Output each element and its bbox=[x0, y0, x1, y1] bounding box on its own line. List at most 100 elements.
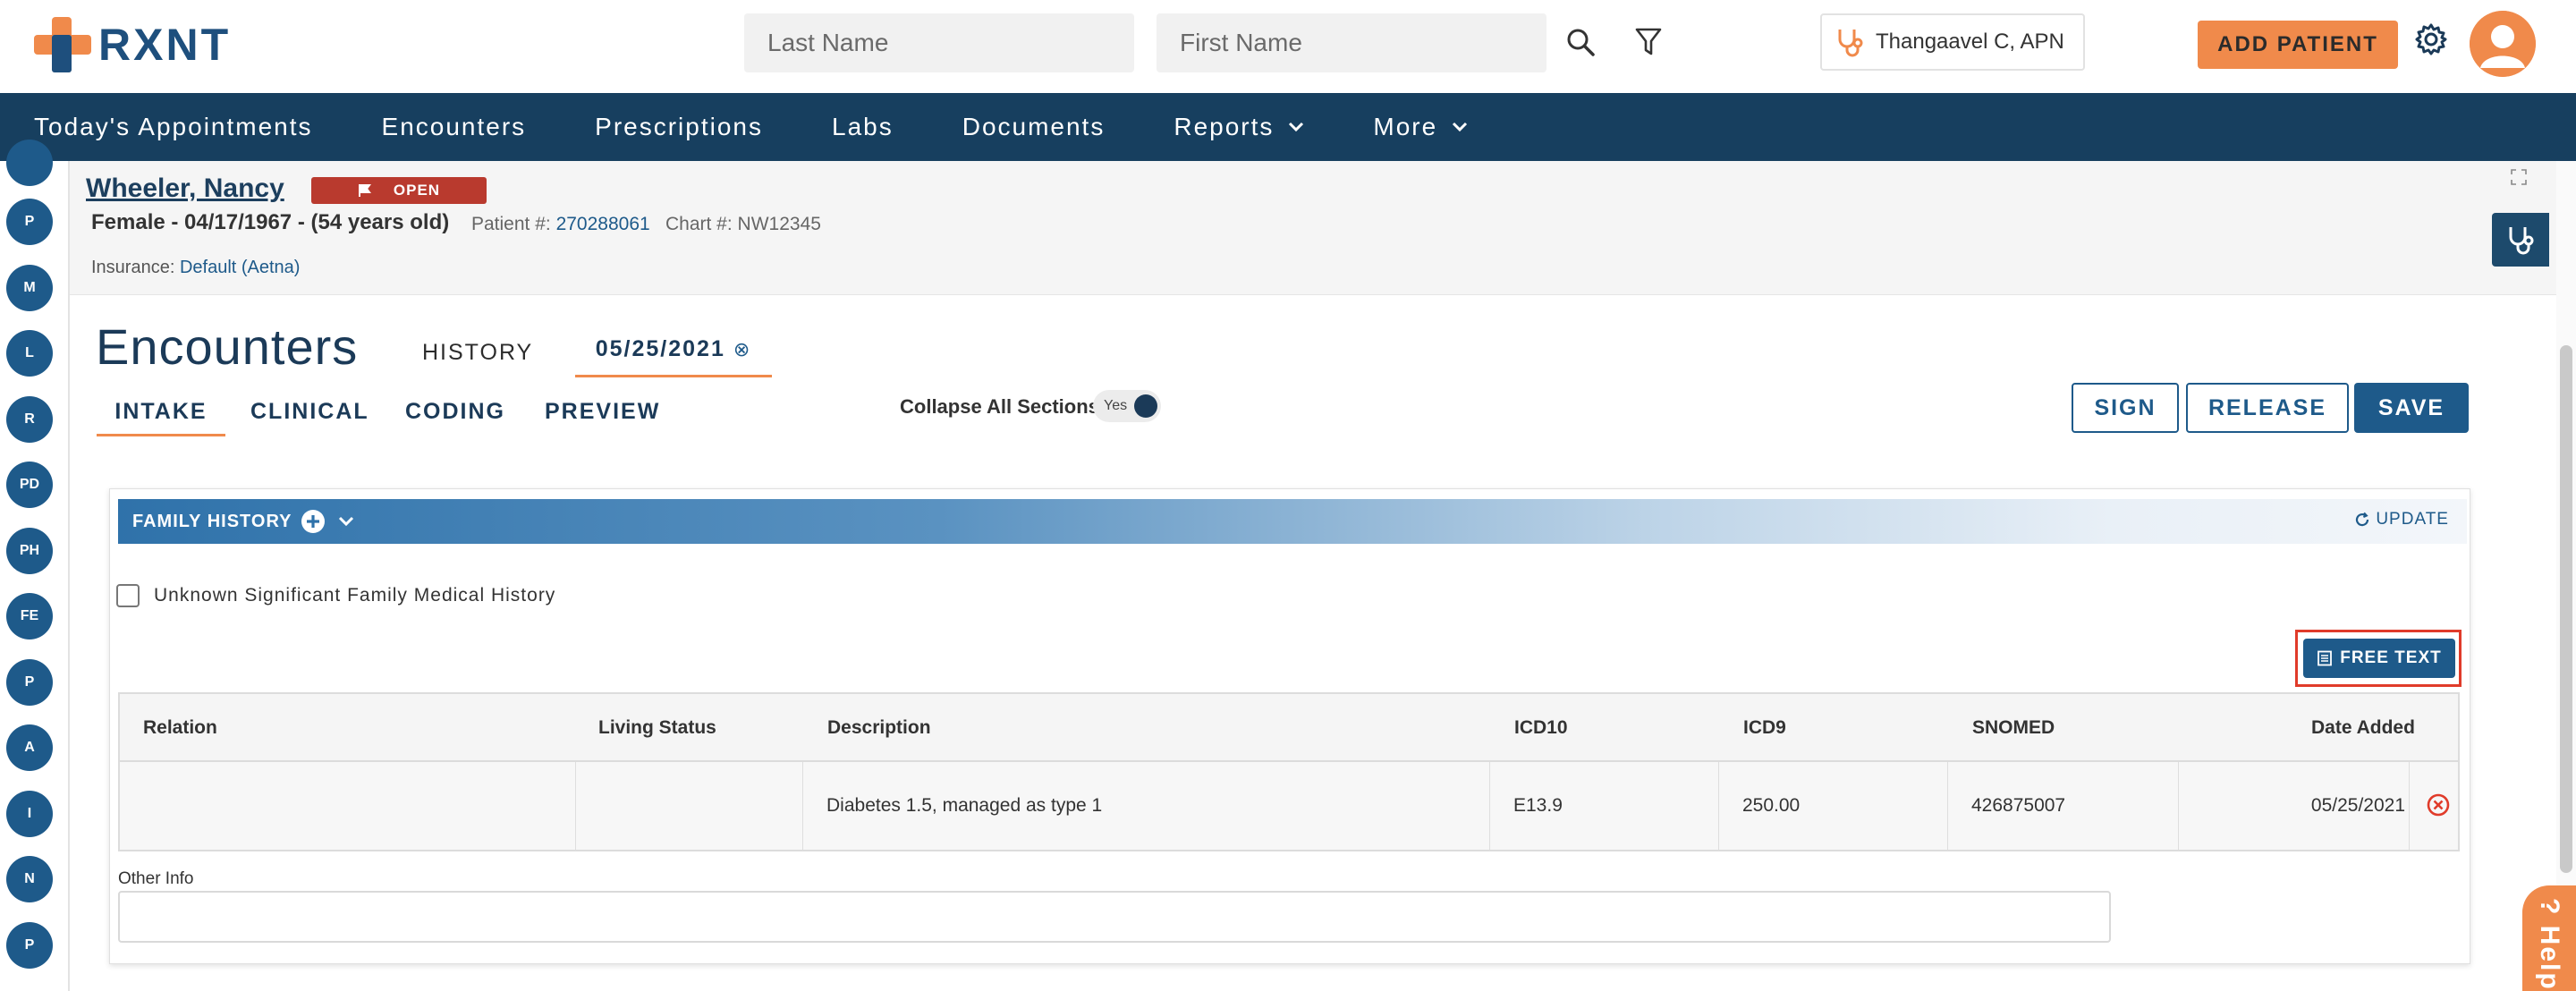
tab-history[interactable]: HISTORY bbox=[422, 340, 533, 366]
help-tab[interactable]: ? Help bbox=[2522, 885, 2576, 991]
release-button[interactable]: RELEASE bbox=[2186, 383, 2349, 433]
patient-name-link[interactable]: Wheeler, Nancy bbox=[86, 174, 284, 204]
col-icd10[interactable]: ICD10 bbox=[1514, 717, 1568, 739]
chart-number: NW12345 bbox=[737, 214, 821, 234]
col-snomed[interactable]: SNOMED bbox=[1972, 717, 2055, 739]
left-rail: P M L R PD PH FE P A I N P bbox=[0, 140, 70, 991]
free-text-label: FREE TEXT bbox=[2340, 648, 2442, 667]
tab-preview[interactable]: PREVIEW bbox=[545, 399, 660, 425]
avatar[interactable] bbox=[2470, 11, 2536, 77]
rail-button-fe[interactable]: FE bbox=[6, 593, 53, 639]
provider-selector[interactable]: Thangaavel C, APN bbox=[1820, 13, 2085, 71]
col-icd9[interactable]: ICD9 bbox=[1743, 717, 1786, 739]
table-row[interactable]: Diabetes 1.5, managed as type 1 E13.9 25… bbox=[118, 762, 2460, 851]
nav-label: Labs bbox=[832, 113, 894, 140]
save-button[interactable]: SAVE bbox=[2354, 383, 2469, 433]
tab-clinical[interactable]: CLINICAL bbox=[250, 399, 369, 425]
unknown-history-label: Unknown Significant Family Medical Histo… bbox=[154, 585, 556, 606]
help-label: ? Help bbox=[2534, 898, 2564, 991]
col-date-added[interactable]: Date Added bbox=[2311, 717, 2415, 739]
patient-number: 270288061 bbox=[555, 214, 650, 234]
unknown-history-checkbox[interactable] bbox=[116, 584, 140, 607]
chevron-down-icon[interactable] bbox=[338, 516, 354, 527]
patient-demographics: Female - 04/17/1967 - (54 years old) bbox=[91, 210, 450, 234]
filter-icon[interactable] bbox=[1628, 21, 1669, 63]
table-header: Relation Living Status Description ICD10… bbox=[118, 692, 2460, 762]
provider-name: Thangaavel C, APN bbox=[1876, 30, 2064, 54]
rail-button-n[interactable]: N bbox=[6, 856, 53, 902]
toggle-text: Yes bbox=[1104, 398, 1128, 413]
add-patient-button[interactable]: ADD PATIENT bbox=[2198, 21, 2398, 69]
sign-button[interactable]: SIGN bbox=[2072, 383, 2179, 433]
rail-button-r[interactable]: R bbox=[6, 396, 53, 443]
cell-living-status bbox=[576, 762, 803, 850]
nav-label: Today's Appointments bbox=[34, 113, 313, 140]
logo-text: RXNT bbox=[98, 20, 232, 70]
gear-icon[interactable] bbox=[2413, 21, 2449, 62]
refresh-icon bbox=[2356, 512, 2369, 527]
nav-encounters[interactable]: Encounters bbox=[382, 113, 527, 141]
tab-coding[interactable]: CODING bbox=[405, 399, 505, 425]
insurance-line: Insurance: Default (Aetna) bbox=[91, 258, 300, 278]
flag-icon bbox=[358, 184, 371, 197]
cell-icd10: E13.9 bbox=[1490, 762, 1719, 850]
update-label: UPDATE bbox=[2376, 510, 2449, 529]
rail-button-p[interactable]: P bbox=[6, 199, 53, 245]
rail-button-p2[interactable]: P bbox=[6, 659, 53, 706]
col-description[interactable]: Description bbox=[827, 717, 931, 739]
family-history-header[interactable]: FAMILY HISTORY UPDATE bbox=[118, 499, 2467, 544]
clinical-tools-button[interactable] bbox=[2492, 213, 2549, 267]
other-info-label: Other Info bbox=[118, 869, 194, 888]
nav-label: Encounters bbox=[381, 113, 527, 140]
search-icon[interactable] bbox=[1560, 21, 1601, 63]
toggle-knob bbox=[1134, 394, 1157, 418]
rail-button[interactable] bbox=[6, 140, 53, 186]
collapse-all-label: Collapse All Sections: bbox=[900, 395, 1106, 418]
rail-button-pd[interactable]: PD bbox=[6, 462, 53, 508]
rail-button-a[interactable]: A bbox=[6, 724, 53, 771]
nav-todays-appointments[interactable]: Today's Appointments bbox=[34, 113, 313, 141]
document-icon bbox=[2318, 650, 2333, 666]
tab-intake[interactable]: INTAKE bbox=[97, 399, 225, 436]
page-scrollbar[interactable] bbox=[2560, 345, 2572, 873]
cell-snomed: 426875007 bbox=[1948, 762, 2179, 850]
remove-row-icon[interactable] bbox=[2426, 792, 2451, 817]
close-icon[interactable]: ⊗ bbox=[733, 338, 751, 360]
update-link[interactable]: UPDATE bbox=[2354, 510, 2449, 529]
last-name-input[interactable] bbox=[744, 13, 1134, 72]
stethoscope-icon bbox=[2509, 227, 2534, 255]
help-text: Help bbox=[2535, 925, 2564, 991]
patient-number-label: Patient #: 270288061 bbox=[471, 214, 650, 235]
nav-more[interactable]: More bbox=[1373, 113, 1468, 141]
unknown-history-row: Unknown Significant Family Medical Histo… bbox=[116, 584, 555, 607]
nav-documents[interactable]: Documents bbox=[962, 113, 1106, 141]
rail-button-i[interactable]: I bbox=[6, 791, 53, 837]
insurance-link[interactable]: Default (Aetna) bbox=[180, 258, 301, 277]
rxnt-logo[interactable]: RXNT bbox=[34, 16, 231, 73]
tab-encounter-date[interactable]: 05/25/2021 ⊗ bbox=[575, 336, 772, 377]
collapse-all-toggle[interactable]: Yes bbox=[1093, 390, 1161, 422]
rail-button-l[interactable]: L bbox=[6, 330, 53, 377]
free-text-button[interactable]: FREE TEXT bbox=[2303, 639, 2455, 678]
col-living-status[interactable]: Living Status bbox=[598, 717, 716, 739]
expand-icon[interactable] bbox=[2510, 168, 2528, 191]
cell-icd9: 250.00 bbox=[1719, 762, 1948, 850]
nav-reports[interactable]: Reports bbox=[1174, 113, 1304, 141]
col-relation[interactable]: Relation bbox=[143, 717, 217, 739]
nav-prescriptions[interactable]: Prescriptions bbox=[595, 113, 763, 141]
rail-button-p3[interactable]: P bbox=[6, 922, 53, 969]
logo-cross-icon bbox=[34, 17, 91, 72]
other-info-input[interactable] bbox=[118, 891, 2111, 943]
family-history-table: Relation Living Status Description ICD10… bbox=[118, 692, 2460, 851]
nav-label: Documents bbox=[962, 113, 1106, 140]
chevron-down-icon bbox=[1453, 122, 1468, 132]
main-nav: Today's Appointments Encounters Prescrip… bbox=[0, 93, 2576, 161]
cell-description: Diabetes 1.5, managed as type 1 bbox=[803, 762, 1490, 850]
nav-labs[interactable]: Labs bbox=[832, 113, 894, 141]
add-circle-icon[interactable] bbox=[301, 509, 326, 534]
first-name-input[interactable] bbox=[1157, 13, 1546, 72]
rail-button-ph[interactable]: PH bbox=[6, 528, 53, 574]
chart-number-label: Chart #: NW12345 bbox=[665, 214, 821, 235]
rail-button-m[interactable]: M bbox=[6, 265, 53, 311]
encounter-date-label: 05/25/2021 bbox=[595, 336, 725, 361]
